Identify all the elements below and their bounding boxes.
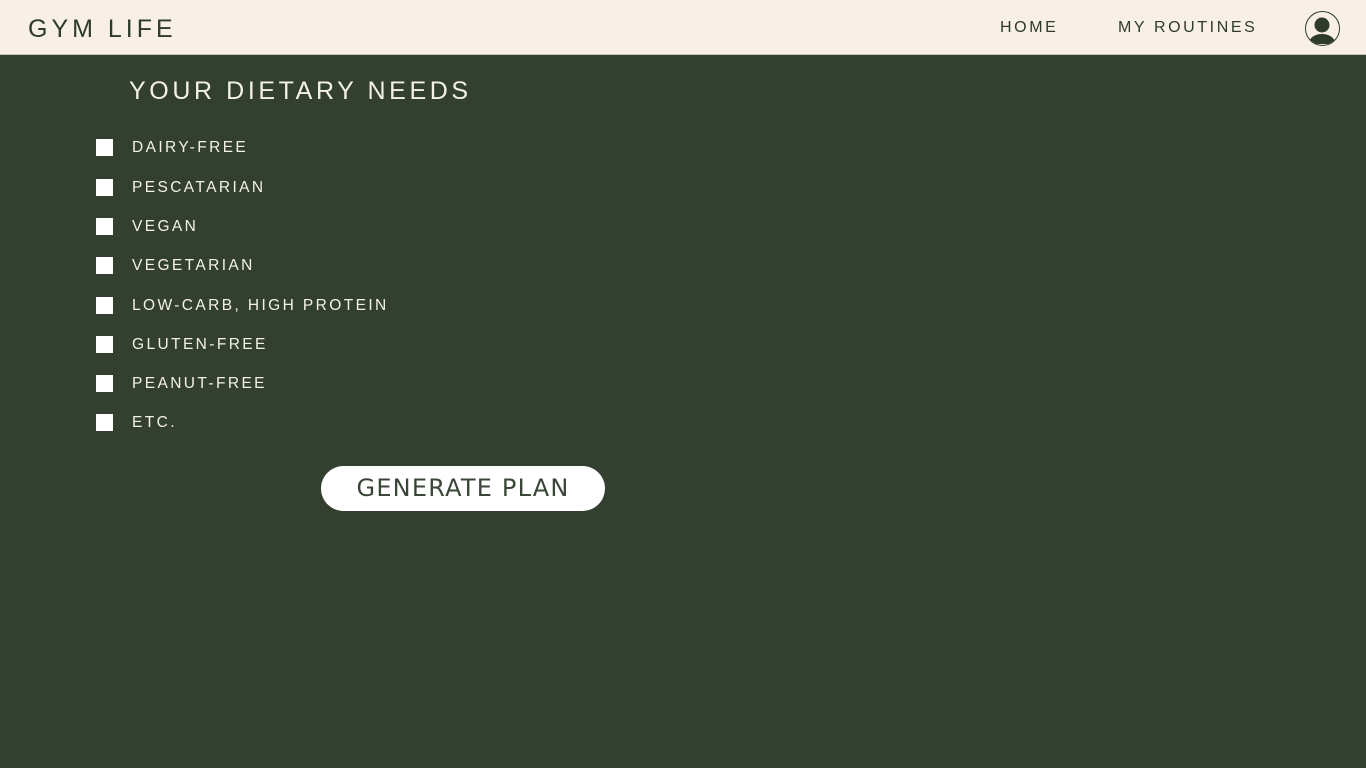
vegan-label: VEGAN bbox=[132, 218, 199, 235]
nav-my-routines-link[interactable]: MY ROUTINES bbox=[1118, 18, 1257, 38]
peanut-free-checkbox[interactable] bbox=[96, 375, 113, 392]
vegetarian-label: VEGETARIAN bbox=[132, 257, 255, 274]
etc-label: ETC. bbox=[132, 414, 177, 431]
peanut-free-label: PEANUT-FREE bbox=[132, 375, 267, 392]
gluten-free-checkbox[interactable] bbox=[96, 336, 113, 353]
user-avatar-icon[interactable] bbox=[1305, 11, 1340, 46]
low-carb-high-protein-checkbox[interactable] bbox=[96, 297, 113, 314]
vegan-checkbox[interactable] bbox=[96, 218, 113, 235]
nav-home-link[interactable]: HOME bbox=[1000, 18, 1058, 38]
avatar-silhouette-icon bbox=[1309, 17, 1335, 44]
gluten-free-label: GLUTEN-FREE bbox=[132, 336, 268, 353]
low-carb-high-protein-label: LOW-CARB, HIGH PROTEIN bbox=[132, 297, 389, 314]
generate-plan-button[interactable]: GENERATE PLAN bbox=[321, 466, 605, 511]
vegetarian-checkbox[interactable] bbox=[96, 257, 113, 274]
pescatarian-label: PESCATARIAN bbox=[132, 179, 266, 196]
top-navbar: GYM LIFE HOME MY ROUTINES bbox=[0, 0, 1366, 55]
brand-logo[interactable]: GYM LIFE bbox=[28, 14, 177, 44]
dairy-free-checkbox[interactable] bbox=[96, 139, 113, 156]
pescatarian-checkbox[interactable] bbox=[96, 179, 113, 196]
etc-checkbox[interactable] bbox=[96, 414, 113, 431]
dairy-free-label: DAIRY-FREE bbox=[132, 139, 249, 156]
page-title: YOUR DIETARY NEEDS bbox=[129, 77, 472, 105]
